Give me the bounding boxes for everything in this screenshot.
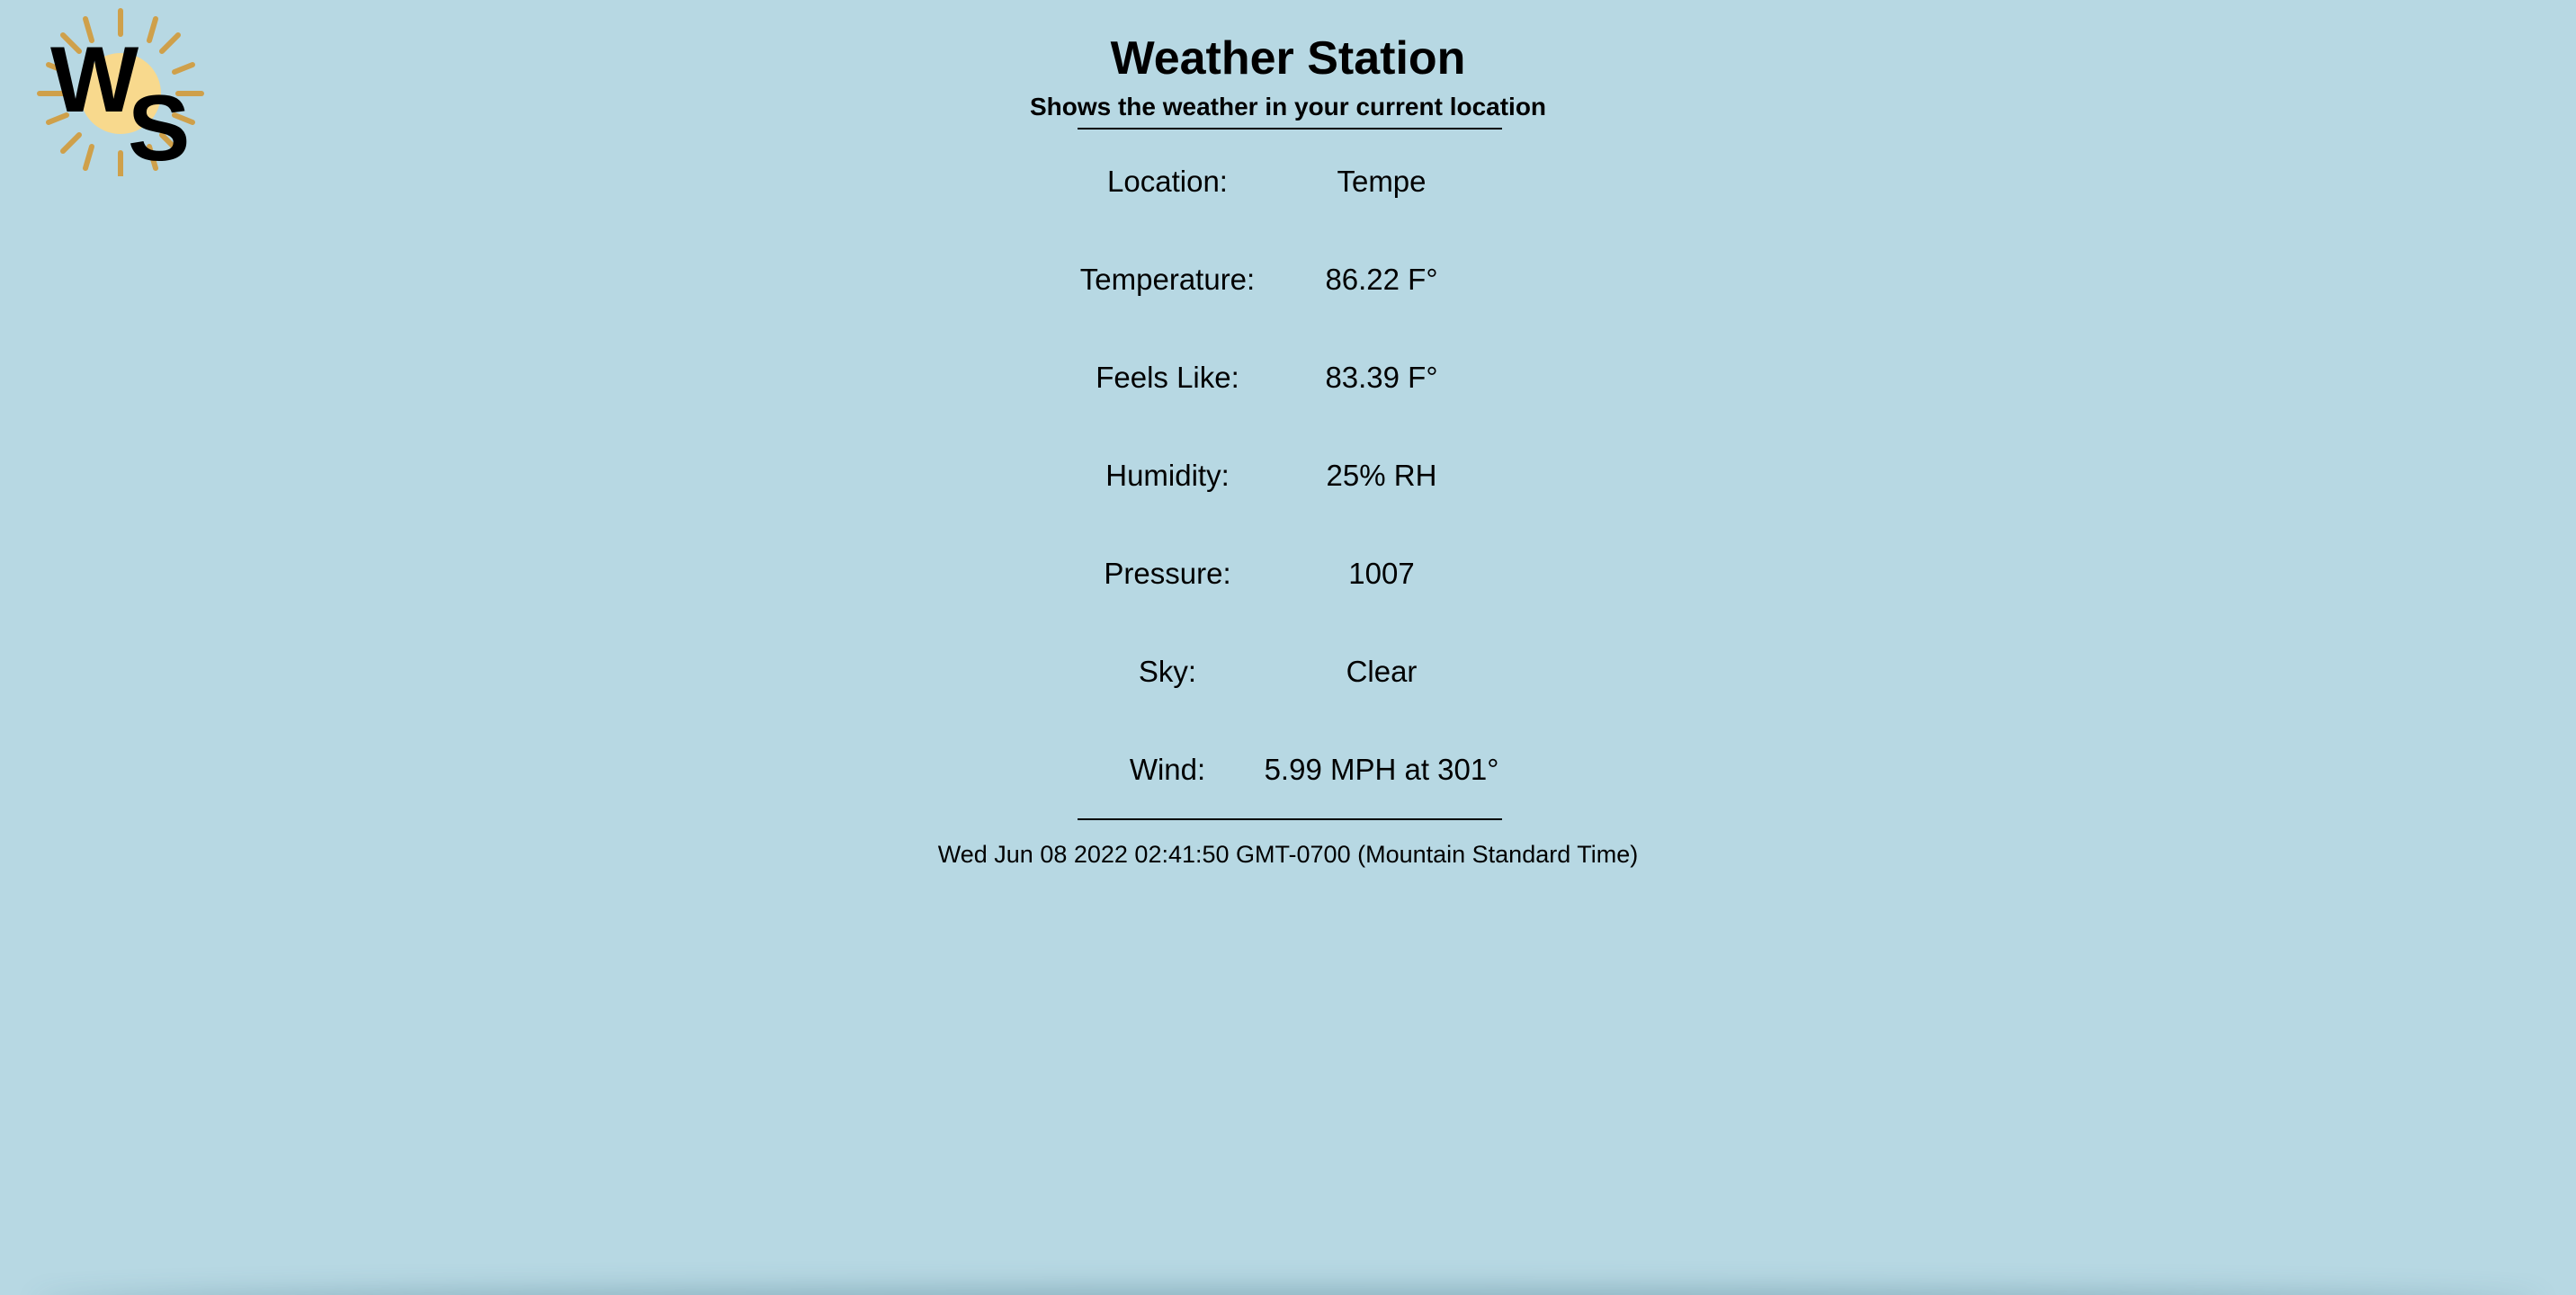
reading-value: Clear [1346, 655, 1418, 688]
reading-location: Location: Tempe [0, 149, 2576, 247]
reading-temperature: Temperature: 86.22 F° [0, 247, 2576, 345]
reading-value: 86.22 F° [1325, 263, 1438, 296]
reading-value: 1007 [1348, 557, 1415, 590]
reading-value: 83.39 F° [1325, 361, 1438, 394]
footer-divider [1078, 818, 1502, 820]
page-header: Weather Station Shows the weather in you… [0, 27, 2576, 122]
reading-sky: Sky: Clear [0, 639, 2576, 737]
weather-readings: Location: Tempe Temperature: 86.22 F° Fe… [0, 149, 2576, 835]
page-subtitle: Shows the weather in your current locati… [1029, 93, 1547, 121]
reading-label: Sky: [1138, 655, 1197, 688]
header-divider [1078, 128, 1502, 130]
page-title: Weather Station [1110, 32, 1466, 85]
reading-wind: Wind: 5.99 MPH at 301° [0, 737, 2576, 835]
reading-label: Temperature: [1079, 263, 1256, 296]
reading-humidity: Humidity: 25% RH [0, 443, 2576, 541]
weather-station-page: W S Weather Station Shows the weather in… [0, 0, 2576, 1295]
reading-label: Feels Like: [1096, 361, 1239, 394]
reading-feels-like: Feels Like: 83.39 F° [0, 345, 2576, 443]
reading-label: Location: [1107, 165, 1228, 198]
reading-label: Pressure: [1104, 557, 1231, 590]
reading-value: 5.99 MPH at 301° [1264, 753, 1499, 786]
current-timestamp: Wed Jun 08 2022 02:41:50 GMT-0700 (Mount… [937, 841, 1639, 868]
reading-label: Humidity: [1105, 459, 1230, 492]
reading-pressure: Pressure: 1007 [0, 541, 2576, 639]
reading-value: Tempe [1337, 165, 1427, 198]
reading-value: 25% RH [1326, 459, 1437, 492]
reading-label: Wind: [1129, 753, 1206, 786]
